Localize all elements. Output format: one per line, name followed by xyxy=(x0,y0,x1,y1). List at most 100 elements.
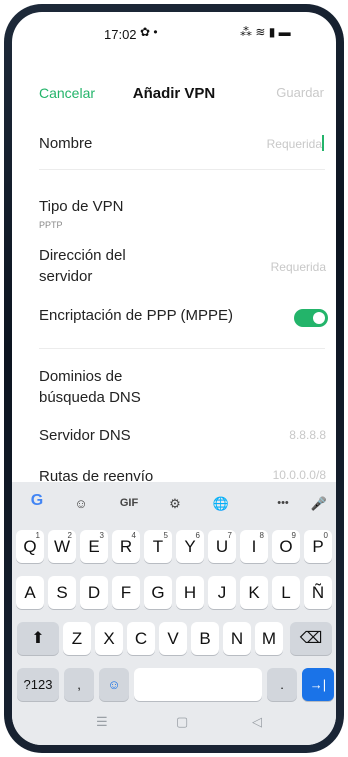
divider xyxy=(39,348,325,349)
key-label: E xyxy=(88,537,100,556)
key-h[interactable]: H xyxy=(176,576,204,609)
key-number-hint: 0 xyxy=(323,531,328,540)
mppe-toggle[interactable] xyxy=(294,309,328,327)
key-j[interactable]: J xyxy=(208,576,236,609)
key-label: L xyxy=(281,583,291,602)
enter-key[interactable]: →| xyxy=(302,668,334,701)
key-number-hint: 5 xyxy=(163,531,168,540)
key-l[interactable]: L xyxy=(272,576,300,609)
app-header: Añadir VPN Cancelar Guardar xyxy=(12,74,336,104)
dns-domains-label-line2: búsqueda DNS xyxy=(39,389,141,406)
key-label: F xyxy=(120,583,132,602)
vpn-type-label[interactable]: Tipo de VPN xyxy=(39,196,124,217)
key-d[interactable]: D xyxy=(80,576,108,609)
sticker-icon[interactable]: ☺ xyxy=(70,496,92,511)
phone-screen: 17:02 ✿ • ⁂ ≋ ▮ ▬ Añadir VPN Cancelar Gu… xyxy=(12,12,336,745)
key-label: Z xyxy=(71,629,83,648)
space-key[interactable] xyxy=(134,668,262,701)
name-label: Nombre xyxy=(39,135,93,152)
text-cursor xyxy=(322,135,324,151)
key-p[interactable]: P0 xyxy=(304,530,332,563)
status-bar: 17:02 ✿ • ⁂ ≋ ▮ ▬ xyxy=(12,12,336,52)
notification-icons: ✿ • xyxy=(140,25,158,39)
key-a[interactable]: A xyxy=(16,576,44,609)
key-f[interactable]: F xyxy=(112,576,140,609)
vpn-type-value: PPTP xyxy=(39,220,63,230)
key-w[interactable]: W2 xyxy=(48,530,76,563)
backspace-key[interactable]: ⌫ xyxy=(290,622,332,655)
key-e[interactable]: E3 xyxy=(80,530,108,563)
forwarding-routes-input[interactable]: 10.0.0.0/8 xyxy=(273,468,326,482)
key-y[interactable]: Y6 xyxy=(176,530,204,563)
key-label: V xyxy=(167,629,179,648)
key-x[interactable]: X xyxy=(95,622,123,655)
key-k[interactable]: K xyxy=(240,576,268,609)
key-label: A xyxy=(24,583,36,602)
key-s[interactable]: S xyxy=(48,576,76,609)
translate-icon[interactable]: 🌐 xyxy=(210,496,232,512)
key-o[interactable]: O9 xyxy=(272,530,300,563)
key-n[interactable]: N xyxy=(223,622,251,655)
key-number-hint: 8 xyxy=(259,531,264,540)
key-label: C xyxy=(134,629,148,648)
key-b[interactable]: B xyxy=(191,622,219,655)
key-label: Y xyxy=(184,537,196,556)
key-label: S xyxy=(56,583,68,602)
gif-button[interactable]: GIF xyxy=(114,497,144,509)
menu-nav-icon[interactable]: ☰ xyxy=(96,714,108,730)
key-z[interactable]: Z xyxy=(63,622,91,655)
key-ñ[interactable]: Ñ xyxy=(304,576,332,609)
server-address-input[interactable]: Requerida xyxy=(271,260,326,274)
key-label: U xyxy=(215,537,229,556)
key-number-hint: 3 xyxy=(99,531,104,540)
shift-key[interactable]: ⬆ xyxy=(17,622,59,655)
microphone-icon[interactable]: 🎤 xyxy=(308,496,330,512)
key-label: Ñ xyxy=(311,583,325,602)
key-q[interactable]: Q1 xyxy=(16,530,44,563)
google-icon[interactable]: G xyxy=(26,492,48,510)
toggle-knob xyxy=(313,312,325,324)
server-address-label-line1: Dirección del xyxy=(39,247,126,264)
name-input[interactable]: Requerida xyxy=(267,137,322,151)
key-label: H xyxy=(183,583,197,602)
key-label: K xyxy=(248,583,260,602)
key-m[interactable]: M xyxy=(255,622,283,655)
key-label: X xyxy=(103,629,115,648)
emoji-key[interactable]: ☺ xyxy=(99,668,129,701)
save-button[interactable]: Guardar xyxy=(276,85,324,100)
key-v[interactable]: V xyxy=(159,622,187,655)
key-i[interactable]: I8 xyxy=(240,530,268,563)
key-c[interactable]: C xyxy=(127,622,155,655)
key-label: T xyxy=(152,537,164,556)
settings-icon[interactable]: ⚙ xyxy=(164,496,186,512)
dns-server-input[interactable]: 8.8.8.8 xyxy=(289,428,326,442)
period-key[interactable]: . xyxy=(267,668,297,701)
system-status-icons: ⁂ ≋ ▮ ▬ xyxy=(240,25,291,39)
key-number-hint: 4 xyxy=(131,531,136,540)
status-time: 17:02 xyxy=(104,27,137,42)
key-label: N xyxy=(230,629,244,648)
key-t[interactable]: T5 xyxy=(144,530,172,563)
key-label: I xyxy=(251,537,257,556)
key-number-hint: 7 xyxy=(227,531,232,540)
key-label: J xyxy=(217,583,227,602)
server-address-label-line2: servidor xyxy=(39,268,93,285)
soft-keyboard: G ☺ GIF ⚙ 🌐 ••• 🎤 Q1W2E3R4T5Y6U7I8O9P0 A… xyxy=(12,482,336,745)
key-number-hint: 2 xyxy=(67,531,72,540)
cancel-button[interactable]: Cancelar xyxy=(39,85,95,101)
divider xyxy=(39,169,325,170)
key-number-hint: 9 xyxy=(291,531,296,540)
key-label: M xyxy=(261,629,277,648)
key-label: B xyxy=(199,629,211,648)
back-nav-icon[interactable]: ◁ xyxy=(252,714,262,730)
comma-key[interactable]: , xyxy=(64,668,94,701)
key-number-hint: 6 xyxy=(195,531,200,540)
home-nav-icon[interactable]: ▢ xyxy=(176,714,188,730)
mppe-label: Encriptación de PPP (MPPE) xyxy=(39,307,233,324)
key-r[interactable]: R4 xyxy=(112,530,140,563)
key-u[interactable]: U7 xyxy=(208,530,236,563)
key-g[interactable]: G xyxy=(144,576,172,609)
symbols-key[interactable]: ?123 xyxy=(17,668,59,701)
key-label: R xyxy=(119,537,133,556)
more-icon[interactable]: ••• xyxy=(270,497,296,509)
